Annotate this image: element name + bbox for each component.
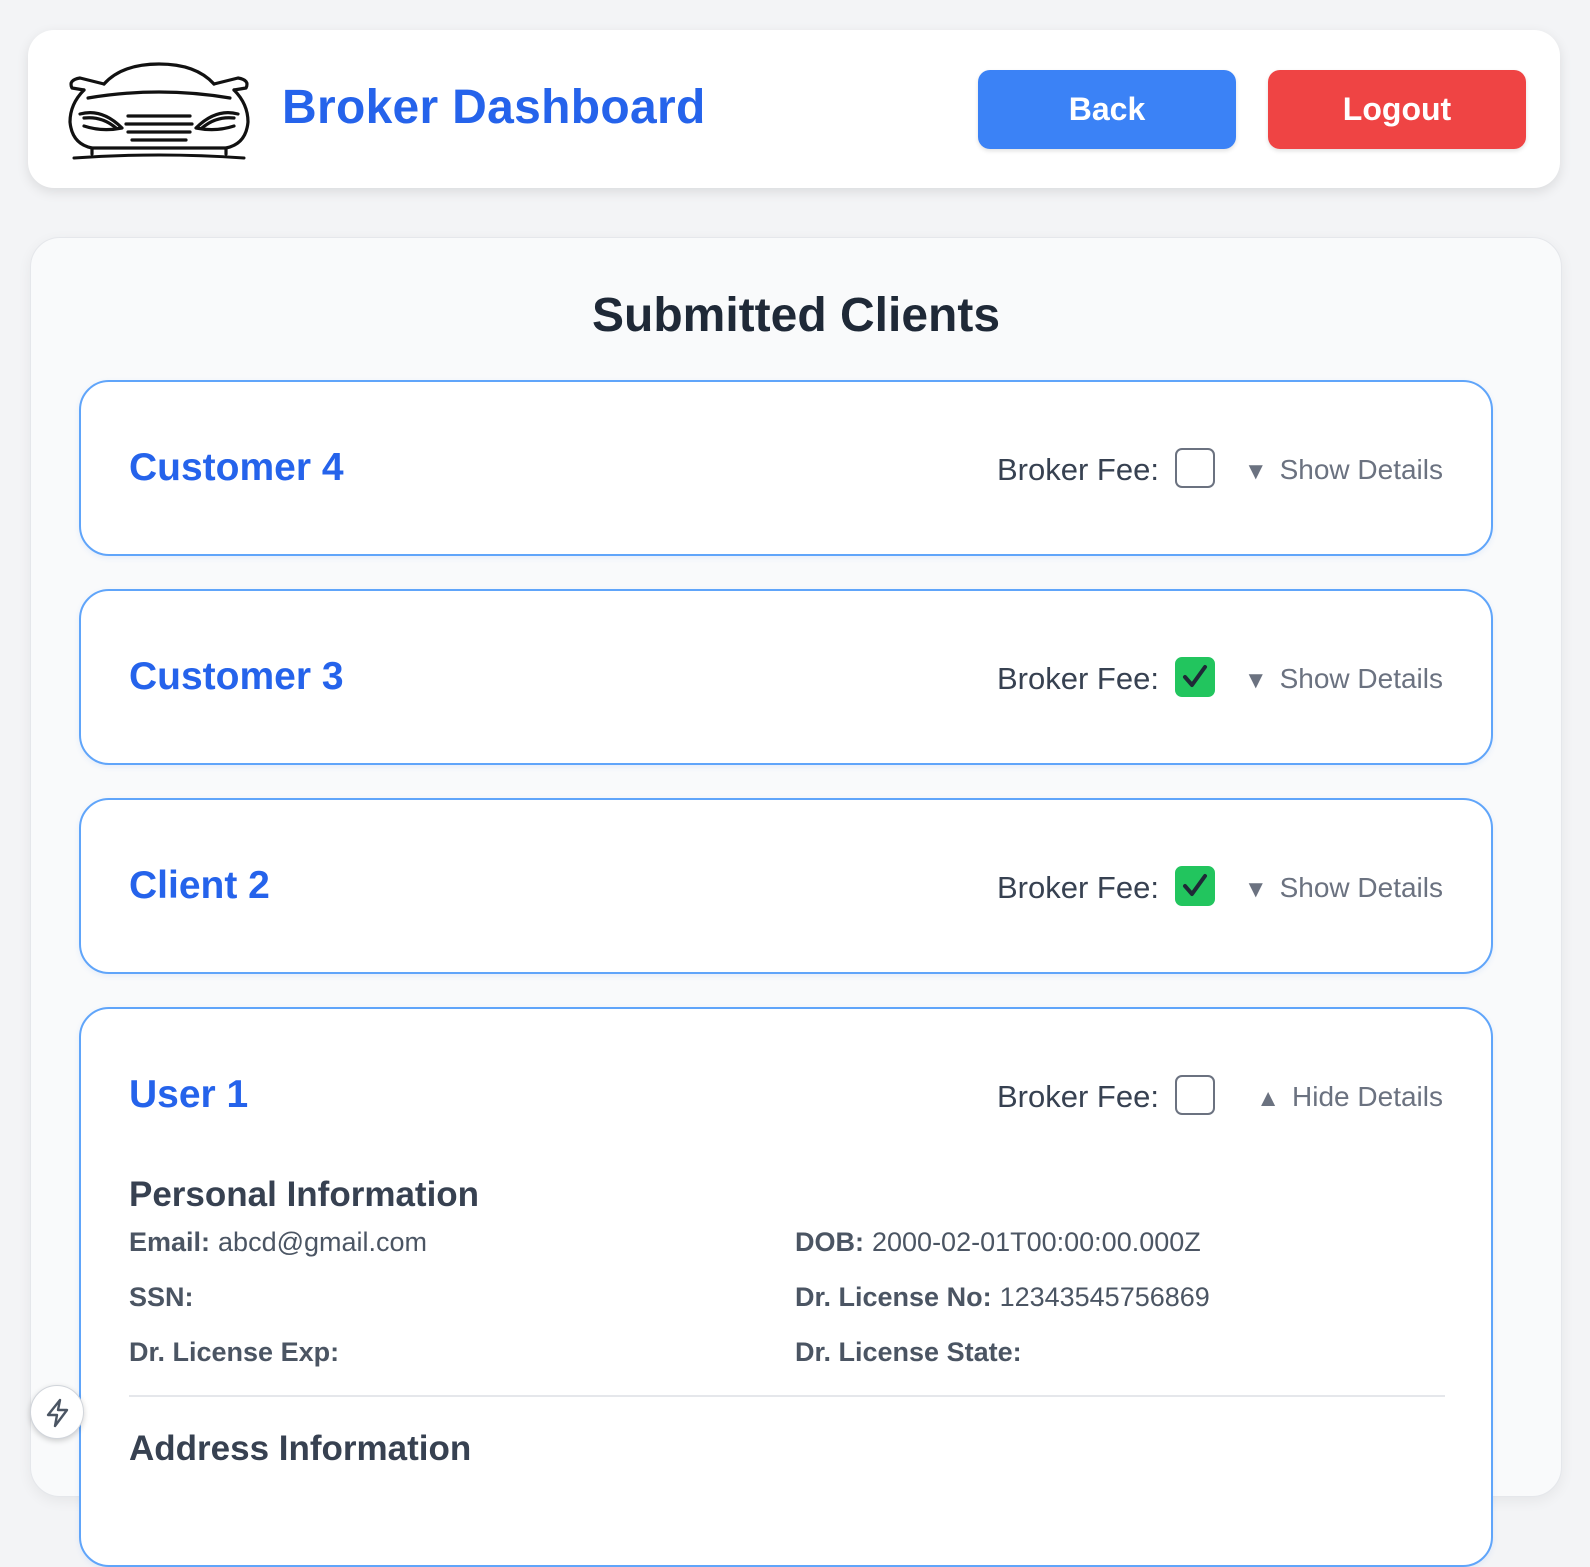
client-name: User 1 (129, 1073, 249, 1116)
personal-info-heading: Personal Information (129, 1175, 480, 1214)
client-name: Client 2 (129, 864, 270, 907)
checkmark-icon (1183, 665, 1207, 687)
email-value: abcd@gmail.com (218, 1227, 428, 1257)
client-name: Customer 4 (129, 446, 344, 489)
page-title: Broker Dashboard (282, 81, 706, 134)
ssn-label: SSN: (129, 1282, 194, 1312)
license-no-field: Dr. License No: 12343545756869 (795, 1282, 1210, 1313)
client-card: Customer 3 Broker Fee: ▼ Show Details (79, 589, 1493, 765)
chevron-up-icon: ▲ (1256, 1085, 1281, 1112)
broker-fee-label: Broker Fee: (997, 661, 1159, 696)
show-details-toggle[interactable]: ▼ Show Details (1244, 454, 1443, 486)
broker-fee-label: Broker Fee: (997, 452, 1159, 487)
dob-label: DOB: (795, 1227, 864, 1257)
broker-fee-checkbox[interactable] (1175, 657, 1215, 697)
client-card: Client 2 Broker Fee: ▼ Show Details (79, 798, 1493, 974)
submitted-clients-panel: Submitted Clients Customer 4 Broker Fee:… (30, 237, 1562, 1567)
broker-fee-label: Broker Fee: (997, 1079, 1159, 1114)
show-details-toggle[interactable]: ▼ Show Details (1244, 663, 1443, 695)
car-logo-icon (68, 62, 250, 160)
license-exp-label: Dr. License Exp: (129, 1337, 340, 1367)
toggle-label: Show Details (1279, 663, 1443, 694)
lightning-icon (46, 1398, 69, 1428)
toggle-label: Hide Details (1292, 1081, 1443, 1112)
email-field: Email: abcd@gmail.com (129, 1227, 427, 1258)
section-divider (129, 1395, 1445, 1397)
broker-fee-checkbox[interactable] (1175, 1075, 1215, 1115)
license-exp-field: Dr. License Exp: (129, 1337, 347, 1368)
ssn-field: SSN: (129, 1282, 202, 1313)
checkmark-icon (1183, 874, 1207, 896)
chevron-down-icon: ▼ (1243, 876, 1268, 903)
address-info-heading: Address Information (129, 1429, 472, 1468)
dob-field: DOB: 2000-02-01T00:00:00.000Z (795, 1227, 1201, 1258)
email-label: Email: (129, 1227, 211, 1257)
logout-button[interactable]: Logout (1268, 70, 1526, 149)
hide-details-toggle[interactable]: ▲ Hide Details (1256, 1081, 1443, 1113)
show-details-toggle[interactable]: ▼ Show Details (1244, 872, 1443, 904)
license-no-label: Dr. License No: (795, 1282, 992, 1312)
panel-title: Submitted Clients (591, 289, 1001, 342)
broker-fee-label: Broker Fee: (997, 870, 1159, 905)
dob-value: 2000-02-01T00:00:00.000Z (872, 1227, 1201, 1257)
toggle-label: Show Details (1279, 872, 1443, 903)
client-name: Customer 3 (129, 655, 344, 698)
quick-action-button[interactable] (30, 1385, 84, 1439)
license-state-label: Dr. License State: (795, 1337, 1022, 1367)
header-bar: Broker Dashboard Back Logout (28, 30, 1560, 188)
toggle-label: Show Details (1279, 454, 1443, 485)
license-state-field: Dr. License State: (795, 1337, 1030, 1368)
broker-fee-checkbox[interactable] (1175, 448, 1215, 488)
client-card: Customer 4 Broker Fee: ▼ Show Details (79, 380, 1493, 556)
chevron-down-icon: ▼ (1243, 667, 1268, 694)
license-no-value: 12343545756869 (999, 1282, 1210, 1312)
client-card-expanded: User 1 Broker Fee: ▲ Hide Details Persona… (79, 1007, 1493, 1567)
broker-fee-checkbox[interactable] (1175, 866, 1215, 906)
back-button[interactable]: Back (978, 70, 1236, 149)
chevron-down-icon: ▼ (1243, 458, 1268, 485)
